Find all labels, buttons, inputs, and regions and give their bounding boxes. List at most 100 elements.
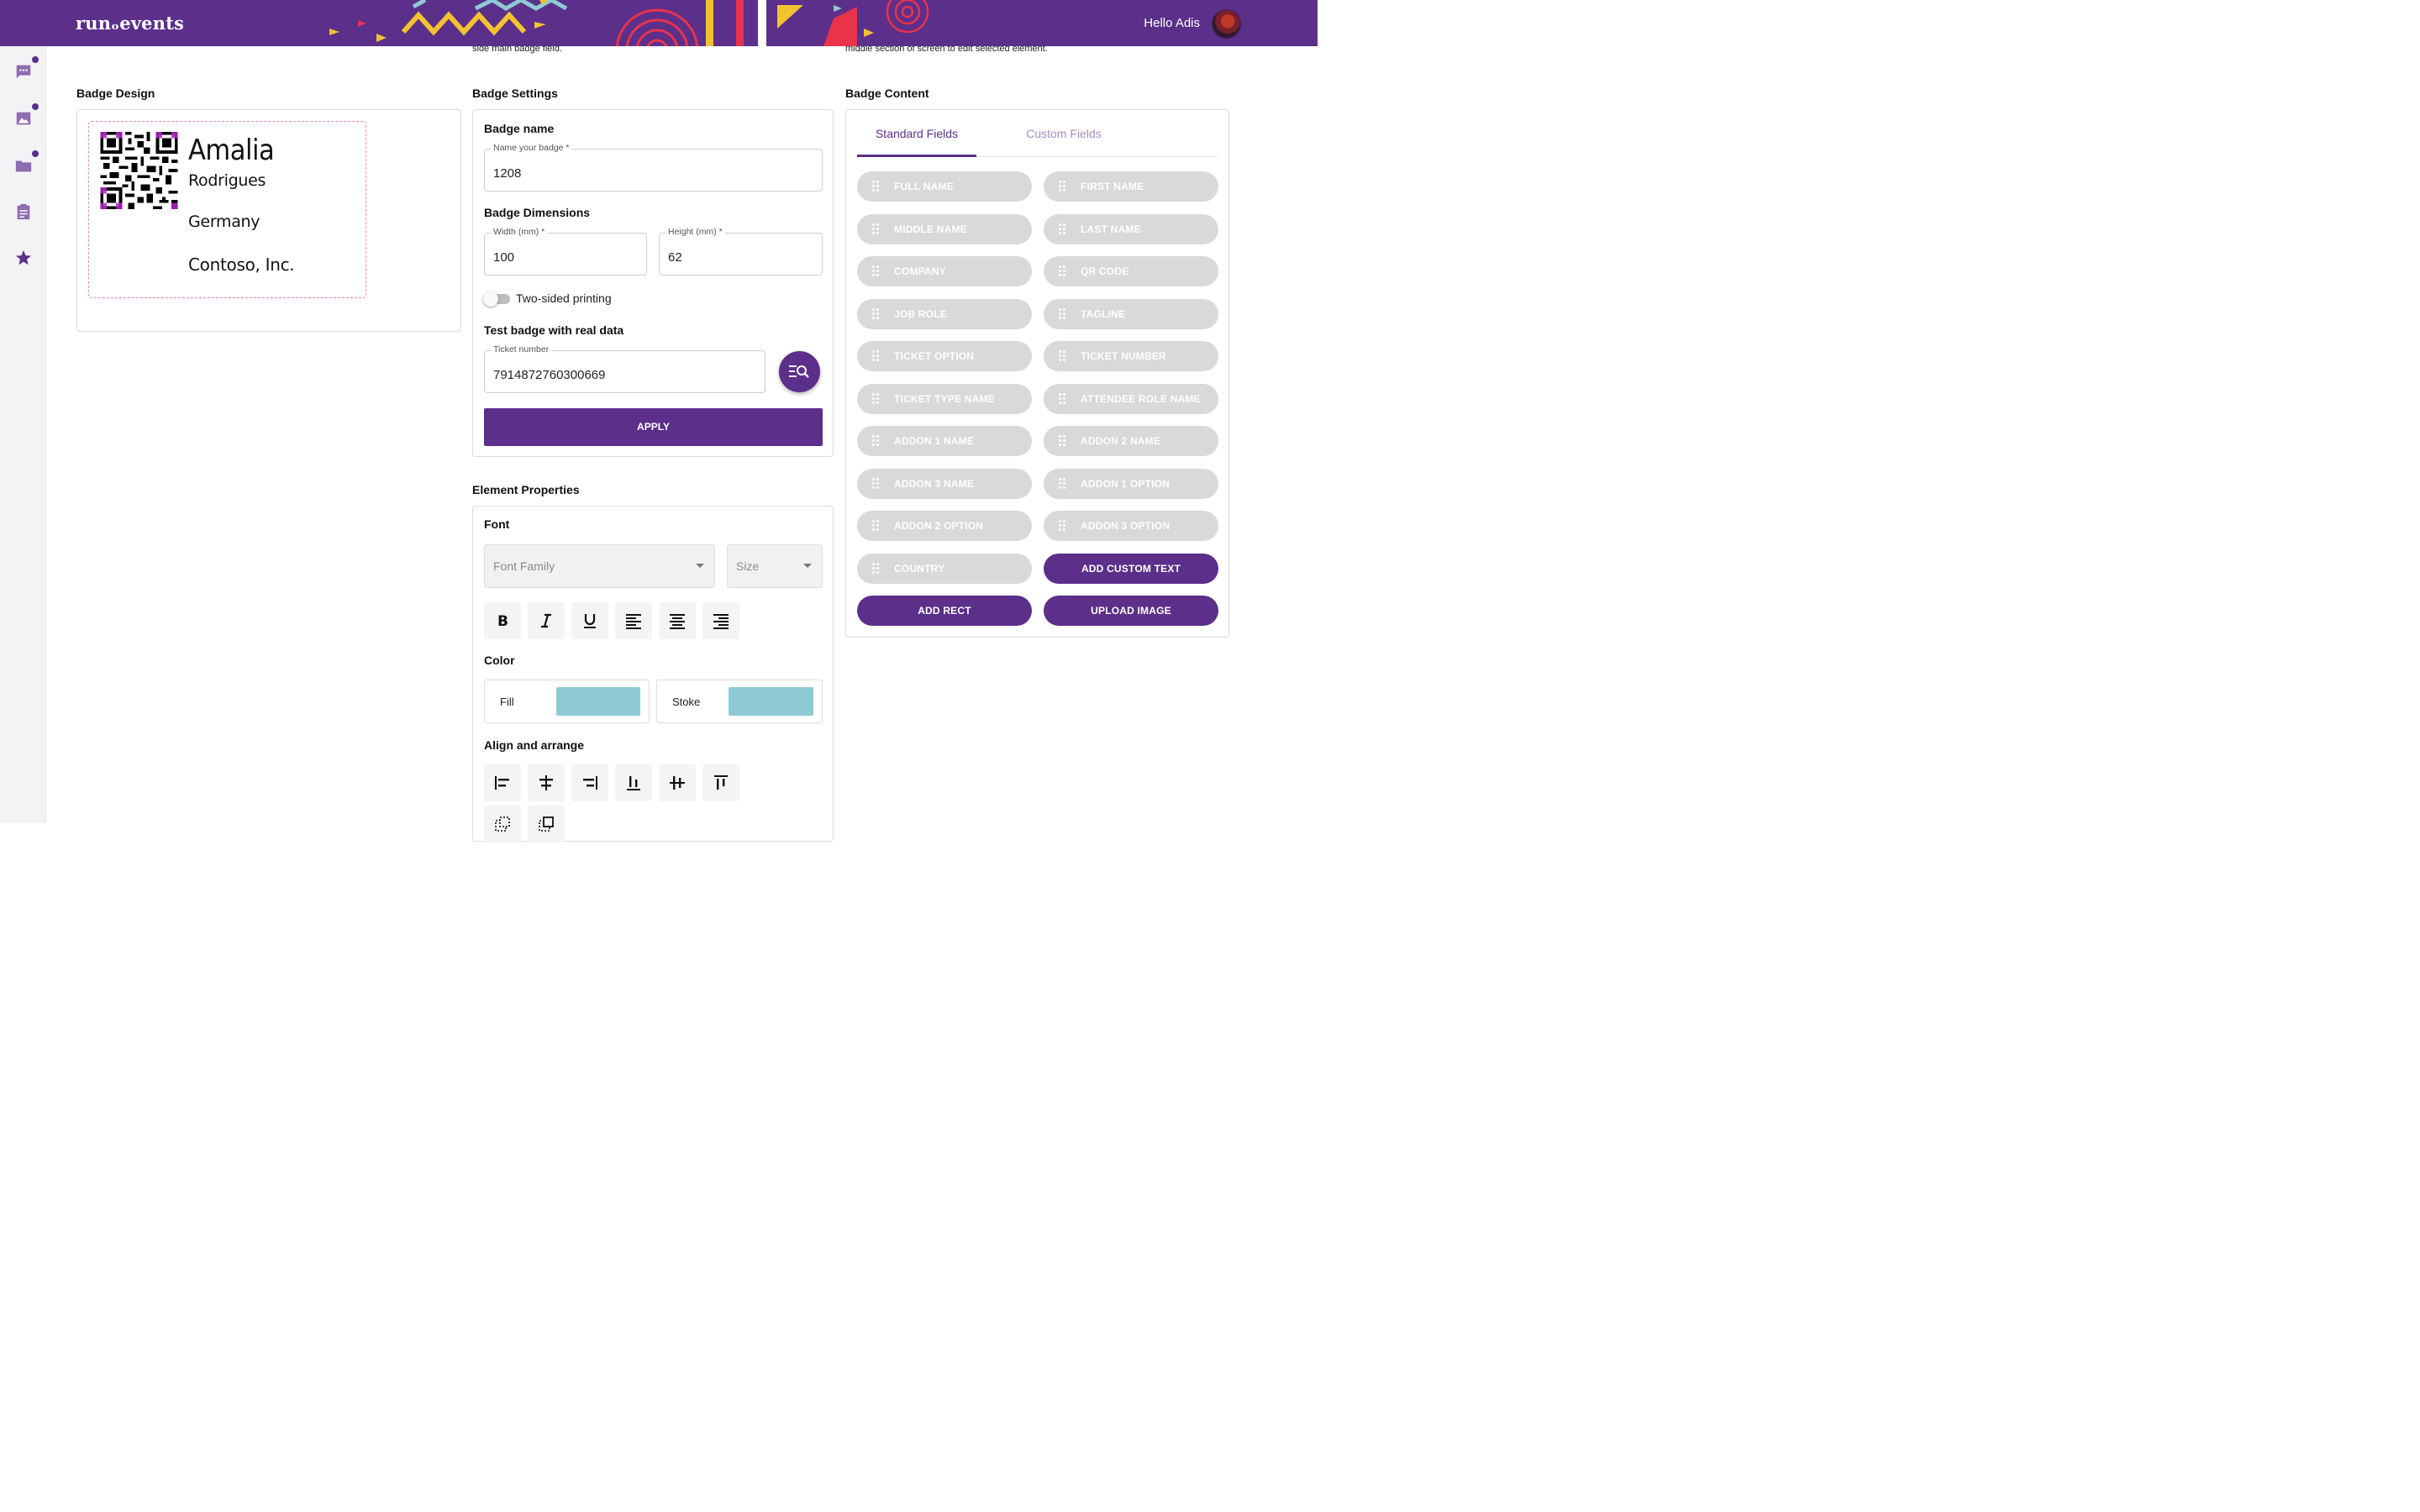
upload-image-button[interactable]: UPLOAD IMAGE: [1044, 596, 1218, 626]
bring-forward-button[interactable]: [528, 806, 565, 843]
badge-settings-card: Badge name Name your badge * 1208 Badge …: [472, 109, 834, 457]
two-sided-toggle[interactable]: [483, 291, 510, 307]
drag-handle-icon[interactable]: [1059, 181, 1065, 192]
avatar[interactable]: [1212, 9, 1241, 39]
align-left-edge-button[interactable]: [484, 764, 521, 801]
field-pill[interactable]: JOB ROLE: [857, 298, 1032, 329]
field-pill[interactable]: ADDON 1 OPTION: [1044, 468, 1218, 499]
font-size-select[interactable]: Size: [727, 544, 823, 588]
field-pill[interactable]: QR CODE: [1044, 256, 1218, 286]
drag-handle-icon[interactable]: [872, 392, 879, 405]
badge-canvas[interactable]: Amalia Rodrigues Germany Contoso, Inc.: [88, 121, 366, 298]
align-top-button[interactable]: [702, 764, 739, 801]
drag-handle-icon[interactable]: [872, 477, 879, 490]
clipboard-icon[interactable]: [14, 202, 33, 221]
field-pill[interactable]: FULL NAME: [857, 171, 1032, 202]
stroke-swatch[interactable]: [729, 687, 813, 716]
badge-name-field[interactable]: Name your badge * 1208: [484, 143, 823, 192]
bold-button[interactable]: B: [484, 602, 521, 639]
align-center-vertical-icon: [670, 776, 685, 790]
preview-last-name[interactable]: Rodrigues: [188, 171, 266, 190]
drag-handle-icon[interactable]: [872, 307, 879, 320]
field-pill-label: ATTENDEE ROLE NAME: [1081, 392, 1201, 405]
star-icon[interactable]: [14, 249, 33, 267]
stroke-color-picker[interactable]: Stoke: [656, 680, 823, 723]
width-label: Width (mm) *: [491, 227, 548, 237]
drag-handle-icon[interactable]: [1059, 520, 1065, 532]
font-family-select[interactable]: Font Family: [484, 544, 715, 588]
field-pill[interactable]: TICKET NUMBER: [1044, 341, 1218, 371]
field-pill[interactable]: ADDON 2 NAME: [1044, 426, 1218, 456]
drag-handle-icon[interactable]: [872, 562, 879, 575]
notification-dot: [32, 150, 39, 157]
drag-handle-icon[interactable]: [872, 350, 879, 362]
drag-handle-icon[interactable]: [872, 223, 879, 235]
drag-handle-icon[interactable]: [1059, 392, 1065, 405]
tab-standard-fields[interactable]: Standard Fields: [857, 127, 976, 157]
tab-custom-fields-label: Custom Fields: [1026, 127, 1102, 140]
drag-handle-icon[interactable]: [1059, 477, 1065, 490]
tab-custom-fields[interactable]: Custom Fields: [1004, 127, 1123, 157]
field-pill[interactable]: ATTENDEE ROLE NAME: [1044, 383, 1218, 414]
badge-name-value[interactable]: 1208: [493, 166, 521, 181]
field-pill[interactable]: COUNTRY: [857, 553, 1032, 584]
ticket-number-field[interactable]: Ticket number 7914872760300669: [484, 344, 765, 393]
apply-button[interactable]: APPLY: [484, 408, 823, 446]
preview-country[interactable]: Germany: [188, 213, 260, 231]
field-pill[interactable]: TICKET TYPE NAME: [857, 383, 1032, 414]
fill-swatch[interactable]: [556, 687, 640, 716]
preview-first-name[interactable]: Amalia: [188, 134, 275, 167]
width-value[interactable]: 100: [493, 250, 514, 265]
align-right-edge-button[interactable]: [571, 764, 608, 801]
add-rect-button[interactable]: ADD RECT: [857, 596, 1032, 626]
field-pill[interactable]: FIRST NAME: [1044, 171, 1218, 202]
bring-forward-icon: [539, 816, 554, 832]
drag-handle-icon[interactable]: [1059, 350, 1065, 362]
field-pill[interactable]: ADDON 1 NAME: [857, 426, 1032, 456]
text-align-center-button[interactable]: [659, 602, 696, 639]
field-pill-label: LAST NAME: [1081, 223, 1141, 235]
width-field[interactable]: Width (mm) * 100: [484, 227, 647, 276]
align-center-vertical-button[interactable]: [659, 764, 696, 801]
drag-handle-icon[interactable]: [1059, 265, 1065, 277]
drag-handle-icon[interactable]: [872, 435, 879, 447]
align-top-icon: [714, 775, 728, 790]
height-value[interactable]: 62: [668, 250, 682, 265]
ticket-number-value[interactable]: 7914872760300669: [493, 368, 605, 382]
field-pill-label: TICKET TYPE NAME: [894, 392, 995, 405]
field-pill-label: ADDON 3 NAME: [894, 477, 975, 490]
drag-handle-icon[interactable]: [872, 265, 879, 277]
align-bottom-button[interactable]: [615, 764, 652, 801]
field-pill[interactable]: ADDON 2 OPTION: [857, 511, 1032, 541]
send-backward-button[interactable]: [484, 806, 521, 843]
text-align-right-button[interactable]: [702, 602, 739, 639]
app-logo[interactable]: runₒevents: [76, 13, 184, 34]
italic-button[interactable]: [528, 602, 565, 639]
preview-company[interactable]: Contoso, Inc.: [188, 255, 295, 275]
align-center-horizontal-button[interactable]: [528, 764, 565, 801]
drag-handle-icon[interactable]: [1059, 435, 1065, 447]
search-ticket-button[interactable]: [779, 351, 820, 392]
height-field[interactable]: Height (mm) * 62: [659, 227, 823, 276]
field-pill-label: FIRST NAME: [1081, 181, 1144, 192]
field-pill[interactable]: LAST NAME: [1044, 213, 1218, 244]
field-pill[interactable]: COMPANY: [857, 256, 1032, 286]
drag-handle-icon[interactable]: [872, 520, 879, 532]
field-pill[interactable]: TAGLINE: [1044, 298, 1218, 329]
text-align-left-button[interactable]: [615, 602, 652, 639]
chat-icon[interactable]: [14, 62, 33, 81]
add-custom-text-button[interactable]: ADD CUSTOM TEXT: [1044, 554, 1218, 584]
image-icon[interactable]: [14, 109, 33, 128]
folder-icon[interactable]: [14, 156, 33, 175]
font-family-placeholder: Font Family: [493, 559, 555, 573]
qr-code[interactable]: [99, 132, 179, 209]
field-pill[interactable]: MIDDLE NAME: [857, 213, 1032, 244]
drag-handle-icon[interactable]: [1059, 223, 1065, 235]
underline-button[interactable]: [571, 602, 608, 639]
field-pill[interactable]: ADDON 3 OPTION: [1044, 511, 1218, 541]
drag-handle-icon[interactable]: [872, 181, 879, 192]
field-pill[interactable]: TICKET OPTION: [857, 341, 1032, 371]
drag-handle-icon[interactable]: [1059, 307, 1065, 320]
field-pill[interactable]: ADDON 3 NAME: [857, 468, 1032, 499]
fill-color-picker[interactable]: Fill: [484, 680, 650, 723]
